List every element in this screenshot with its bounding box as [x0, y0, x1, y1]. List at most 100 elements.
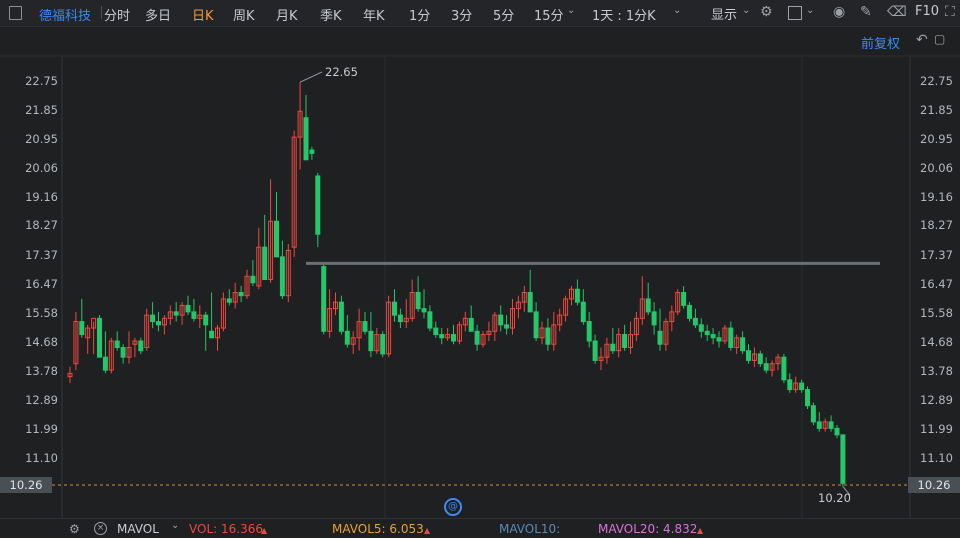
undo-icon[interactable]: ↶ — [916, 33, 928, 47]
y-tick-label: 20.95 — [920, 131, 953, 146]
period-tab[interactable]: 季K — [320, 5, 342, 24]
candle-body — [527, 291, 533, 313]
chevron-down-icon[interactable]: ⌄ — [673, 6, 681, 16]
y-tick-label: 12.89 — [920, 392, 953, 407]
candle-body — [161, 317, 167, 326]
gear-icon[interactable]: ⚙ — [69, 523, 80, 535]
candle-body — [327, 308, 333, 332]
candle-body — [468, 317, 474, 332]
chevron-down-icon[interactable]: ⌄ — [171, 521, 179, 531]
period-selector[interactable]: 1天 : 1分K — [592, 5, 656, 24]
eraser-icon[interactable]: ⌫ — [887, 5, 907, 19]
y-tick-label: 11.10 — [920, 450, 953, 465]
indicator-name[interactable]: MAVOL — [117, 522, 159, 536]
period-tab[interactable]: 15分 — [534, 5, 564, 24]
candle-body — [816, 421, 822, 429]
close-icon[interactable]: × — [94, 522, 107, 535]
top-toolbar: 德福科技 分时 多日 日K 周K 月K 季K 年K 1分 3分 5分 15分 ⌄… — [0, 0, 960, 27]
candle-body — [840, 434, 846, 484]
candle-body — [262, 246, 268, 281]
candle-body — [598, 356, 604, 361]
y-tick-label: 18.27 — [920, 218, 953, 233]
stock-name[interactable]: 德福科技 — [39, 5, 91, 24]
candle-body — [622, 334, 628, 348]
period-tab[interactable]: 多日 — [145, 5, 171, 24]
candle-body — [303, 117, 309, 161]
candle-body — [793, 382, 799, 391]
ruler-icon[interactable]: ▢ — [934, 33, 945, 45]
period-tab[interactable]: 月K — [276, 5, 298, 24]
y-tick-label: 14.68 — [920, 334, 953, 349]
candle-body — [85, 327, 91, 339]
period-tab-active[interactable]: 日K — [192, 5, 214, 24]
candle-body — [775, 356, 781, 365]
candle-body — [669, 311, 675, 323]
candle-body — [810, 405, 816, 423]
candle-body — [834, 427, 840, 436]
candle-body — [433, 327, 439, 336]
chevron-down-icon[interactable]: ⌄ — [742, 6, 750, 16]
pencil-icon[interactable]: ✎ — [860, 5, 872, 19]
current-price-badge: 10.26 — [908, 477, 960, 493]
chevron-down-icon[interactable]: ⌄ — [567, 6, 575, 16]
candle-body — [616, 334, 622, 352]
gear-icon[interactable]: ⚙ — [760, 5, 773, 19]
camera-icon[interactable]: ◉ — [833, 5, 845, 19]
mavol20-value: MAVOL20: 4.832 — [598, 522, 698, 536]
period-tab[interactable]: 5分 — [493, 5, 514, 24]
candle-body — [687, 304, 692, 319]
candle-body — [474, 330, 480, 345]
price-adjust-toggle[interactable]: 前复权 — [861, 33, 900, 52]
candle-body — [215, 327, 220, 339]
f10-button[interactable]: F10 — [915, 4, 939, 19]
candle-body — [456, 324, 462, 342]
candle-body — [362, 321, 368, 332]
candle-body — [769, 363, 775, 371]
candle-body — [545, 327, 551, 345]
candle-body — [238, 291, 244, 297]
y-tick-label: 20.06 — [920, 160, 953, 175]
candle-body — [510, 308, 515, 329]
checkbox-icon[interactable] — [788, 6, 802, 20]
at-icon[interactable]: @ — [444, 498, 462, 516]
y-tick-label: 17.37 — [920, 247, 953, 262]
candle-body — [751, 353, 757, 361]
period-tab[interactable]: 1分 — [409, 5, 430, 24]
period-tab[interactable]: 年K — [363, 5, 385, 24]
high-leader-line — [299, 71, 323, 83]
candle-body — [492, 314, 498, 332]
y-tick-label: 21.85 — [25, 102, 58, 117]
candle-body — [274, 220, 279, 258]
candlestick-chart[interactable] — [0, 0, 960, 537]
chevron-down-icon[interactable]: ⌄ — [806, 6, 814, 16]
expand-icon[interactable]: ⛶ — [945, 5, 955, 19]
y-tick-label: 13.78 — [920, 363, 953, 378]
candle-body — [628, 334, 633, 348]
candle-body — [551, 324, 557, 345]
display-menu[interactable]: 显示 — [711, 4, 737, 23]
candle-body — [356, 321, 362, 339]
period-tab[interactable]: 分时 — [104, 5, 130, 24]
candle-body — [268, 220, 274, 281]
y-tick-label: 18.27 — [25, 218, 58, 233]
period-tab[interactable]: 3分 — [451, 5, 472, 24]
candle-body — [403, 317, 409, 323]
candle-body — [380, 334, 386, 355]
candle-body — [480, 334, 486, 345]
candle-body — [445, 334, 451, 339]
candle-body — [126, 346, 132, 358]
y-tick-label: 16.47 — [920, 276, 953, 291]
volume-indicator-bar: ⚙ × MAVOL ⌄ VOL: 16.366 ▲ MAVOL5: 6.053 … — [0, 518, 960, 538]
candle-body — [368, 330, 374, 352]
sidebar-toggle-icon[interactable] — [9, 6, 22, 20]
y-tick-label: 19.16 — [25, 189, 58, 204]
period-tab[interactable]: 周K — [233, 5, 255, 24]
candle-body — [220, 298, 226, 329]
candle-body — [539, 327, 545, 339]
candle-body — [297, 110, 303, 138]
candle-body — [409, 291, 415, 319]
y-tick-label: 20.95 — [25, 131, 58, 146]
y-tick-label: 12.89 — [25, 392, 58, 407]
candle-body — [108, 340, 114, 371]
candle-body — [574, 288, 580, 303]
